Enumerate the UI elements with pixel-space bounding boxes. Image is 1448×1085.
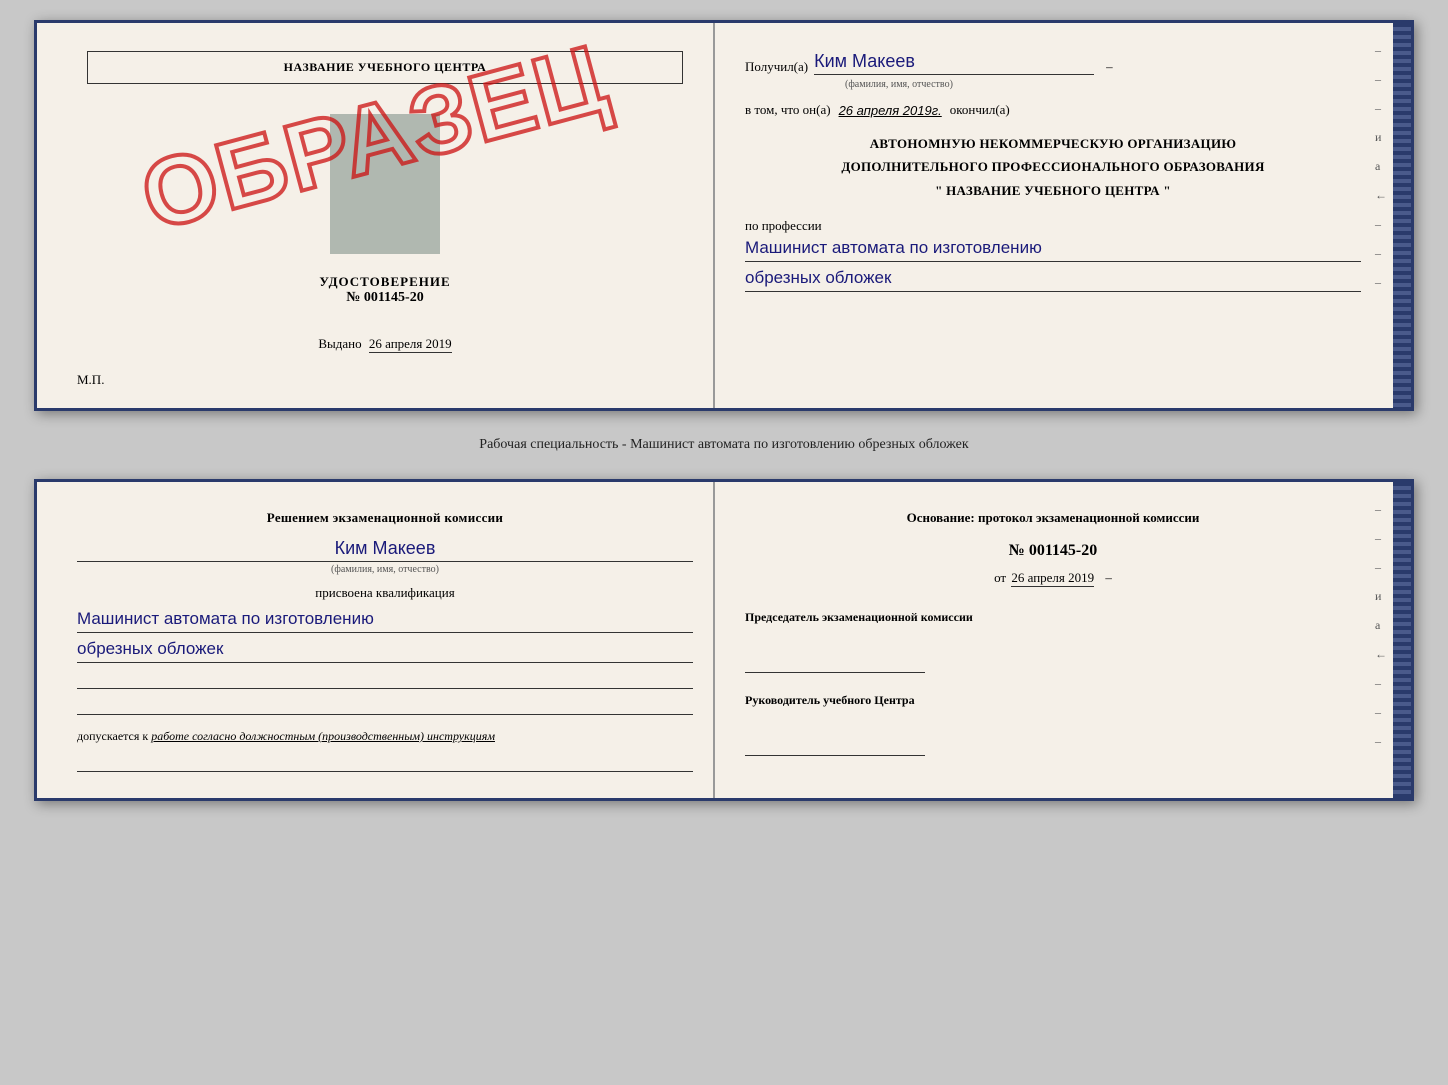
- photo-placeholder: [330, 114, 440, 254]
- person-name-bottom: Ким Макеев: [77, 538, 693, 562]
- mp-line: М.П.: [77, 372, 693, 388]
- chairman-title: Председатель экзаменационной комиссии: [745, 610, 1361, 625]
- issued-line: Выдано 26 апреля 2019: [77, 336, 693, 352]
- school-name-box: НАЗВАНИЕ УЧЕБНОГО ЦЕНТРА: [87, 51, 683, 84]
- date-suffix: окончил(а): [950, 102, 1010, 118]
- top-doc-left: НАЗВАНИЕ УЧЕБНОГО ЦЕНТРА УДОСТОВЕРЕНИЕ №…: [37, 23, 715, 408]
- allowed-prefix: допускается к: [77, 729, 148, 743]
- protocol-date: от 26 апреля 2019 –: [745, 570, 1361, 586]
- osnov-label: Основание: протокол экзаменационной коми…: [745, 510, 1361, 526]
- qualification-line1: Машинист автомата по изготовлению: [77, 609, 693, 633]
- protocol-number: № 001145-20: [745, 542, 1361, 560]
- profession-value-line2: обрезных обложек: [745, 268, 1361, 292]
- cert-title: УДОСТОВЕРЕНИЕ: [77, 274, 693, 290]
- mp-label: М.П.: [77, 372, 104, 387]
- date-value: 26 апреля 2019г.: [839, 103, 942, 118]
- recipient-line: Получил(а) Ким Макеев –: [745, 51, 1361, 75]
- blank-line-1: [77, 669, 693, 689]
- org-line2: ДОПОЛНИТЕЛЬНОГО ПРОФЕССИОНАЛЬНОГО ОБРАЗО…: [745, 155, 1361, 178]
- qualification-line2: обрезных обложек: [77, 639, 693, 663]
- spine-right-bottom: [1393, 482, 1411, 798]
- date-line: в том, что он(а) 26 апреля 2019г. окончи…: [745, 102, 1361, 118]
- blank-line-3: [77, 752, 693, 772]
- protocol-date-prefix: от: [994, 570, 1006, 585]
- center-head-title: Руководитель учебного Центра: [745, 693, 1361, 708]
- allowed-italic: работе согласно должностным (производств…: [151, 729, 495, 743]
- bottom-document-spread: Решением экзаменационной комиссии Ким Ма…: [34, 479, 1414, 801]
- blank-line-2: [77, 695, 693, 715]
- org-block: АВТОНОМНУЮ НЕКОММЕРЧЕСКУЮ ОРГАНИЗАЦИЮ ДО…: [745, 132, 1361, 202]
- issued-date: 26 апреля 2019: [369, 336, 452, 353]
- recipient-prefix: Получил(а): [745, 59, 808, 75]
- profession-label: по профессии: [745, 218, 1361, 234]
- top-doc-right: Получил(а) Ким Макеев – (фамилия, имя, о…: [715, 23, 1411, 408]
- bottom-doc-right: Основание: протокол экзаменационной коми…: [715, 482, 1411, 798]
- spine-right-top: [1393, 23, 1411, 408]
- protocol-date-value: 26 апреля 2019: [1011, 570, 1094, 587]
- middle-caption: Рабочая специальность - Машинист автомат…: [479, 429, 968, 461]
- org-line1: АВТОНОМНУЮ НЕКОММЕРЧЕСКУЮ ОРГАНИЗАЦИЮ: [745, 132, 1361, 155]
- right-dashes-top: –––иа←–––: [1375, 43, 1387, 290]
- chairman-sig-block: Председатель экзаменационной комиссии: [745, 610, 1361, 673]
- org-line3: " НАЗВАНИЕ УЧЕБНОГО ЦЕНТРА ": [745, 179, 1361, 202]
- cert-title-section: УДОСТОВЕРЕНИЕ № 001145-20: [77, 274, 693, 306]
- allowed-text: допускается к работе согласно должностны…: [77, 729, 693, 744]
- qualification-label: присвоена квалификация: [77, 585, 693, 601]
- issued-label: Выдано: [318, 336, 361, 351]
- commission-block: Решением экзаменационной комиссии: [77, 510, 693, 526]
- bottom-doc-left: Решением экзаменационной комиссии Ким Ма…: [37, 482, 715, 798]
- right-dashes-bottom: –––иа←–––: [1375, 502, 1387, 749]
- school-name-text: НАЗВАНИЕ УЧЕБНОГО ЦЕНТРА: [284, 60, 487, 74]
- profession-value-line1: Машинист автомата по изготовлению: [745, 238, 1361, 262]
- fio-hint-bottom: (фамилия, имя, отчество): [77, 564, 693, 575]
- commission-text: Решением экзаменационной комиссии: [77, 510, 693, 526]
- cert-number: № 001145-20: [77, 290, 693, 306]
- top-document-spread: НАЗВАНИЕ УЧЕБНОГО ЦЕНТРА УДОСТОВЕРЕНИЕ №…: [34, 20, 1414, 411]
- date-prefix: в том, что он(а): [745, 102, 831, 118]
- fio-hint-top: (фамилия, имя, отчество): [845, 79, 1361, 90]
- chairman-sig-line: [745, 653, 925, 673]
- recipient-name: Ким Макеев: [814, 51, 1094, 75]
- center-head-sig-line: [745, 736, 925, 756]
- center-head-sig-block: Руководитель учебного Центра: [745, 693, 1361, 756]
